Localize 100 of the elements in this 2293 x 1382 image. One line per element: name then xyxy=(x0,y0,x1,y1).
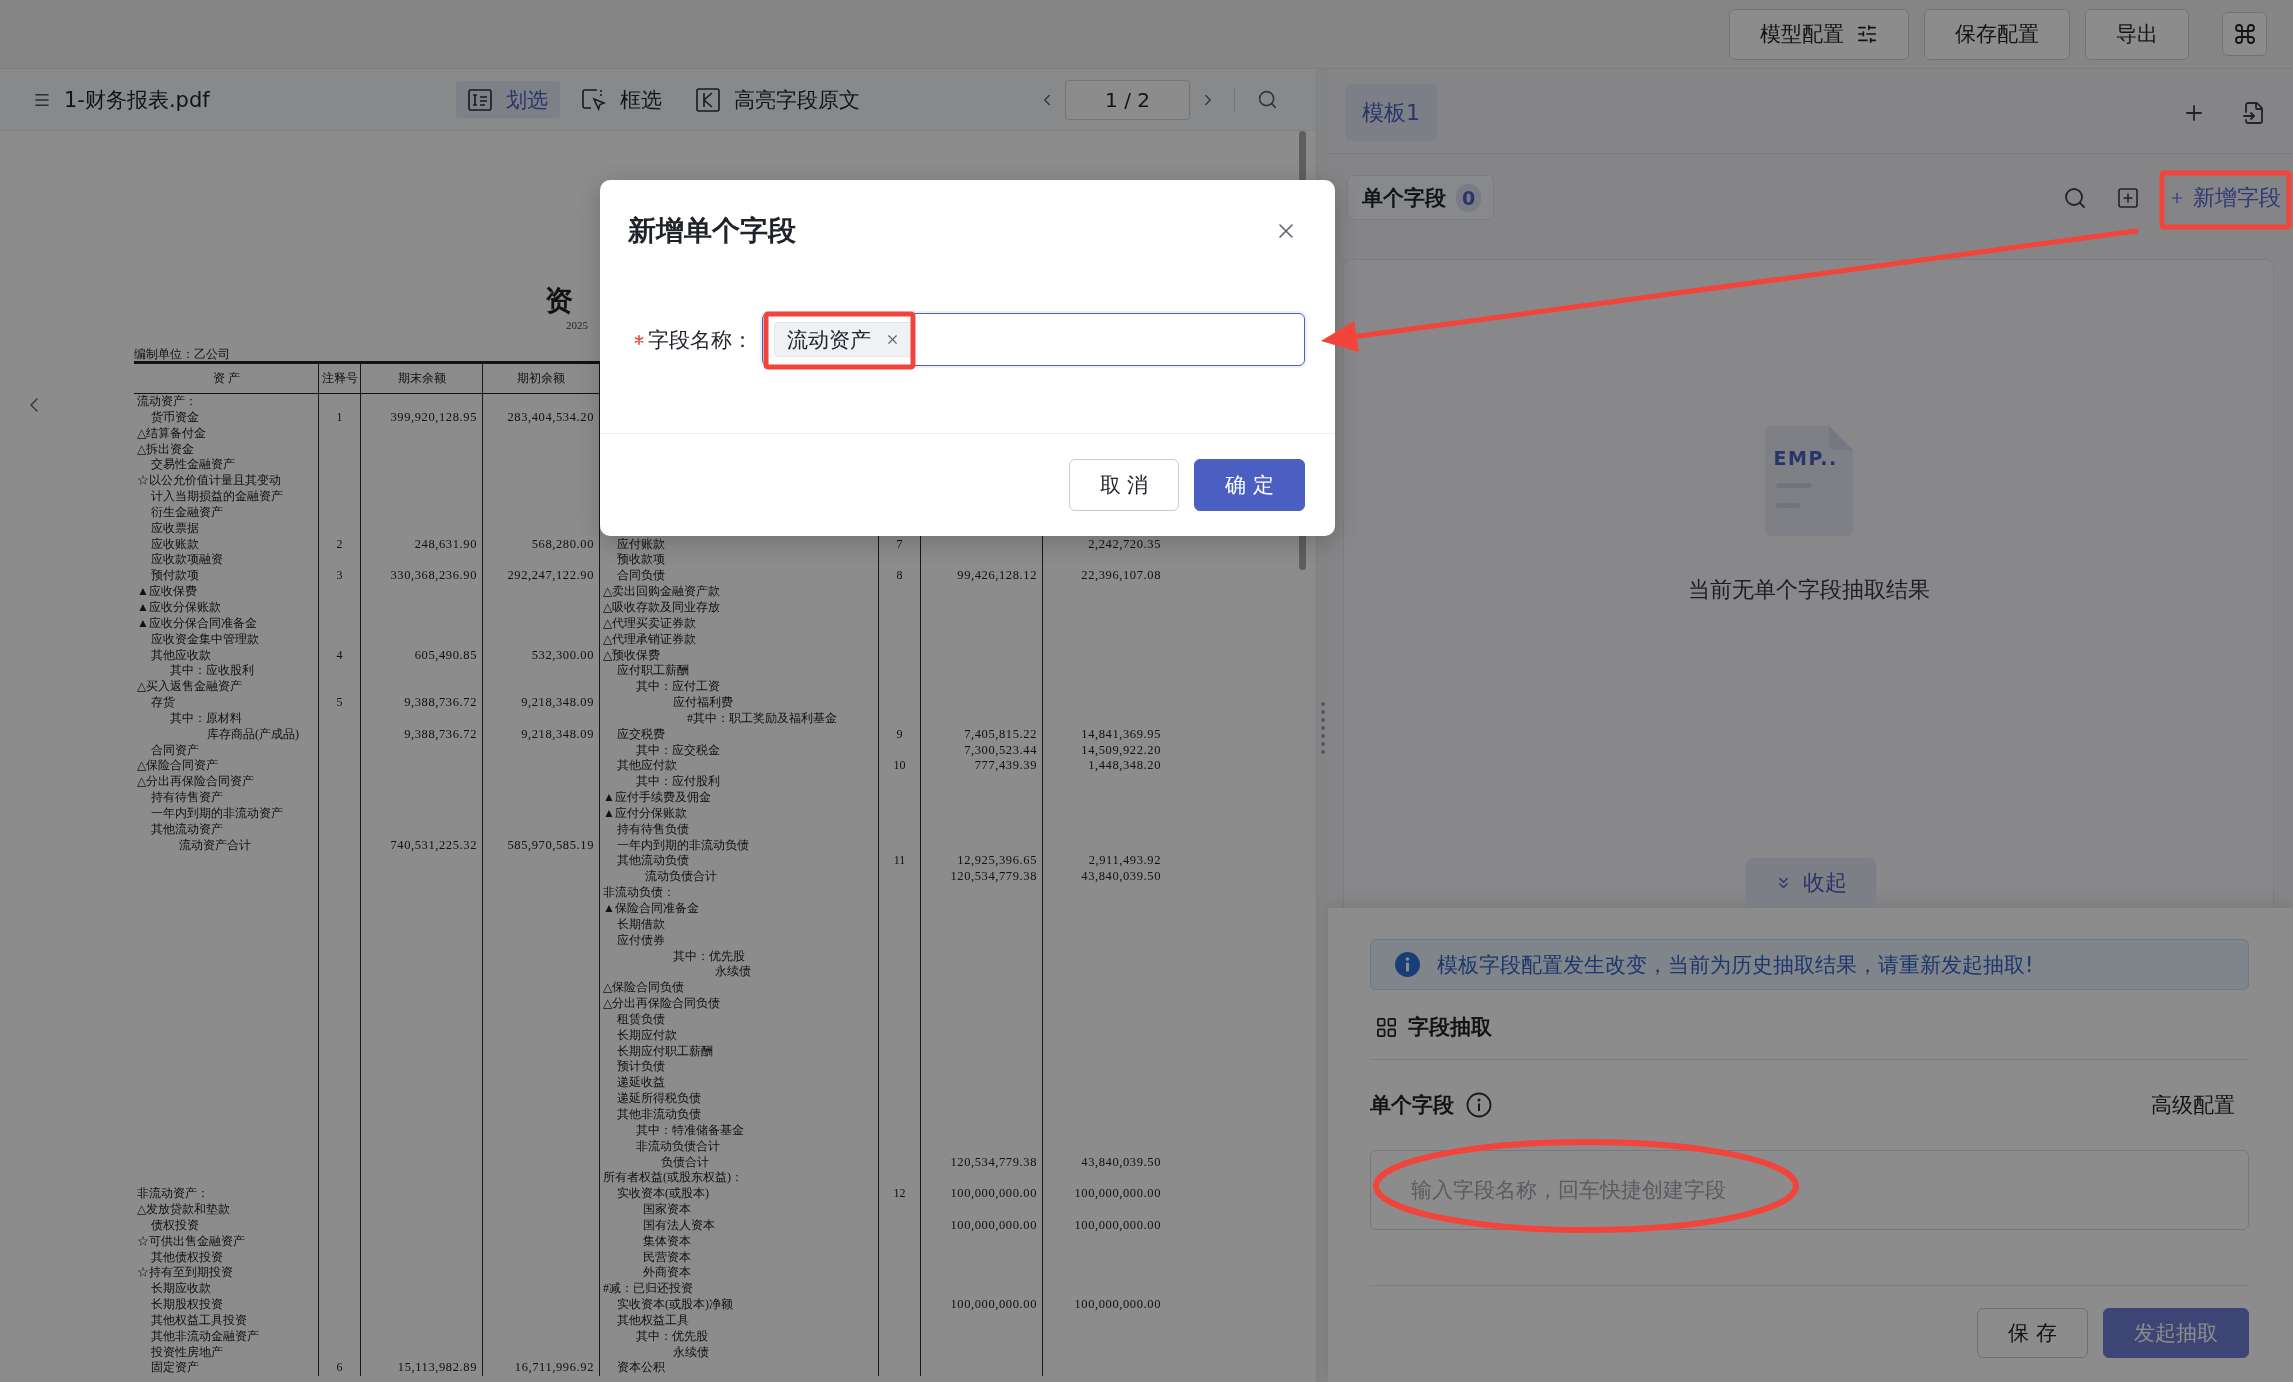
box-select-icon xyxy=(582,88,606,111)
table-cell: 其他流动负债 xyxy=(600,853,879,870)
info-icon xyxy=(1395,952,1420,977)
table-cell: △分出再保险合同负债 xyxy=(600,996,879,1012)
collapse-button[interactable]: 收起 xyxy=(1745,858,1876,908)
tool-button[interactable]: 高亮字段原文 xyxy=(684,81,872,118)
field-label: 字段名称： xyxy=(648,326,753,354)
table-cell: 合同资产 xyxy=(134,742,319,759)
table-cell: 持有待售资产 xyxy=(134,790,319,806)
table-cell: 民营资本 xyxy=(600,1249,879,1266)
close-icon[interactable] xyxy=(885,332,900,347)
table-cell: 292,247,122.90 xyxy=(483,568,600,585)
table-cell: △保险合同资产 xyxy=(134,758,319,775)
add-field-link[interactable]: 新增字段 xyxy=(2169,182,2281,213)
page-input[interactable]: 1 / 2 xyxy=(1065,79,1190,120)
drag-handle-icon[interactable] xyxy=(1319,700,1326,756)
table-cell: 100,000,000.00 xyxy=(921,1297,1043,1313)
table-cell: 其他非流动负债 xyxy=(600,1106,879,1123)
template-tab[interactable]: 模板1 xyxy=(1345,84,1437,141)
table-cell: △吸收存款及同业存放 xyxy=(600,599,879,616)
dialog-button[interactable]: 确 定 xyxy=(1194,459,1305,511)
table-cell-text: 2,911,493.92 xyxy=(1087,853,1162,870)
table-cell: 其他权益工具 xyxy=(600,1312,879,1329)
table-cell: 3 xyxy=(319,568,361,585)
table-cell: 777,439.39 xyxy=(921,758,1043,775)
column-header: 注释号 xyxy=(319,364,361,393)
table-cell: #减：已归还投资 xyxy=(600,1281,879,1298)
tag-input-field[interactable]: 流动资产 xyxy=(762,313,1305,366)
table-cell: 其他债权投资 xyxy=(134,1249,319,1266)
table-cell: △保险合同负债 xyxy=(600,980,879,997)
search-icon[interactable] xyxy=(1257,89,1278,110)
table-cell: ▲应收保费 xyxy=(134,584,319,600)
info-icon xyxy=(1466,1092,1492,1118)
table-cell: 399,920,128.95 xyxy=(361,409,483,426)
table-cell: 16,711,996.92 xyxy=(483,1360,600,1377)
table-cell: 存货 xyxy=(134,695,319,711)
table-cell: 其他应付款 xyxy=(600,758,879,775)
advanced-settings-link[interactable]: 高级配置 xyxy=(2151,1091,2235,1119)
table-cell-text: 100,000,000.00 xyxy=(1073,1297,1162,1313)
column-header: 资 产 xyxy=(134,364,319,393)
table-cell: 应收账款 xyxy=(134,536,319,553)
shortcut-button[interactable] xyxy=(2222,12,2267,56)
table-cell: 6 xyxy=(319,1360,361,1377)
text-select-icon xyxy=(468,88,492,111)
table-cell: 120,534,779.38 xyxy=(921,869,1043,886)
table-cell: 9 xyxy=(879,726,921,743)
table-cell: 其他非流动金融资产 xyxy=(134,1328,319,1345)
table-cell-text: 14,841,369.95 xyxy=(1080,726,1162,743)
grid-icon xyxy=(1375,1016,1398,1039)
table-cell: 9,218,348.09 xyxy=(483,695,600,711)
notice-text: 模板字段配置发生改变，当前为历史抽取结果，请重新发起抽取! xyxy=(1437,951,2034,979)
table-cell: 100,000,000.00 xyxy=(921,1217,1043,1234)
table-cell: 9,218,348.09 xyxy=(483,726,600,743)
table-cell: 15,113,982.89 xyxy=(361,1360,483,1377)
table-cell: 其中：应付工资 xyxy=(600,679,879,696)
table-cell: △结算备付金 xyxy=(134,425,319,442)
table-cell-text: 43,840,039.50 xyxy=(1080,1154,1162,1171)
table-cell: 1 xyxy=(319,409,361,426)
table-cell: 应收款项融资 xyxy=(134,552,319,569)
table-cell: △分出再保险合同资产 xyxy=(134,774,319,791)
section-tab[interactable]: 单个字段 0 xyxy=(1347,175,1495,220)
toolbar-button[interactable]: 保存配置 xyxy=(1924,8,2070,60)
table-cell: 330,368,236.90 xyxy=(361,568,483,585)
command-icon xyxy=(2232,22,2257,46)
section-heading: 字段抽取 xyxy=(1408,1016,1492,1039)
table-cell: 债权投资 xyxy=(134,1217,319,1234)
search-icon[interactable] xyxy=(2063,185,2087,210)
table-cell: 长期应付职工薪酬 xyxy=(600,1043,879,1060)
table-cell: ☆可供出售金融资产 xyxy=(134,1233,319,1250)
table-cell: 8 xyxy=(879,568,921,585)
count-badge: 0 xyxy=(1456,183,1482,212)
table-cell: 应收资金集中管理款 xyxy=(134,631,319,648)
toolbar-button[interactable]: 模型配置 xyxy=(1729,8,1909,60)
table-cell: 其中：优先股 xyxy=(600,1328,879,1345)
table-cell: 永续债 xyxy=(600,1344,879,1361)
tool-button[interactable]: 划选 xyxy=(456,81,560,118)
table-cell: 4 xyxy=(319,647,361,664)
action-button[interactable]: 保 存 xyxy=(1977,1308,2088,1358)
empty-message: 当前无单个字段抽取结果 xyxy=(1687,576,1930,604)
table-cell: #其中：职工奖励及福利基金 xyxy=(600,710,879,727)
table-cell: △卖出回购金融资产款 xyxy=(600,584,879,600)
table-cell: 永续债 xyxy=(600,964,879,981)
table-cell: 其他流动资产 xyxy=(134,821,319,838)
dialog-button[interactable]: 取 消 xyxy=(1068,459,1180,511)
add-square-icon[interactable] xyxy=(2116,185,2140,210)
table-cell: ☆以公允价值计量且其变动 xyxy=(134,473,319,490)
table-cell: 605,490.85 xyxy=(361,647,483,664)
tool-button[interactable]: 框选 xyxy=(570,81,674,118)
document-icon xyxy=(1764,426,1853,536)
table-cell: 交易性金融资产 xyxy=(134,457,319,474)
table-cell: △发放贷款和垫款 xyxy=(134,1202,319,1218)
illustration-text: EMP.. xyxy=(1773,447,1838,469)
document-arrow-icon[interactable] xyxy=(2242,100,2266,125)
table-cell: △代理买卖证券款 xyxy=(600,615,879,632)
table-cell: 应付职工薪酬 xyxy=(600,663,879,680)
toolbar-button[interactable]: 导出 xyxy=(2085,8,2189,60)
table-cell: 预付款项 xyxy=(134,568,319,585)
table-cell: 应付福利费 xyxy=(600,695,879,711)
table-cell: 其他应收款 xyxy=(134,647,319,664)
table-cell: 其中：应交税金 xyxy=(600,742,879,759)
